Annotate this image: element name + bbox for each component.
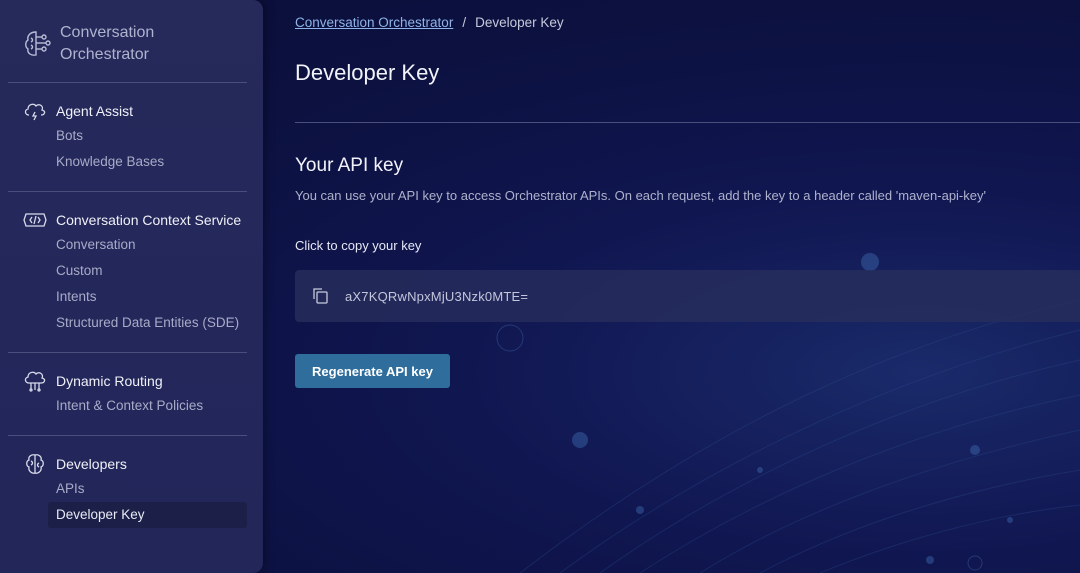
page-title: Developer Key xyxy=(295,60,440,85)
sidebar-item-conversation[interactable]: Conversation xyxy=(48,232,247,258)
title-divider xyxy=(295,122,1080,123)
app-window: Conversation Orchestrator Agent Assist B… xyxy=(0,0,1080,573)
section-title-dynamic-routing: Dynamic Routing xyxy=(56,373,163,389)
breadcrumb-link-conversation-orchestrator[interactable]: Conversation Orchestrator xyxy=(295,15,453,30)
sidebar-divider xyxy=(8,191,247,192)
sidebar-item-bots[interactable]: Bots xyxy=(48,123,247,149)
brand-name: Conversation Orchestrator xyxy=(60,22,154,66)
sidebar-item-intents[interactable]: Intents xyxy=(48,284,247,310)
section-agent-assist: Agent Assist xyxy=(22,98,133,124)
api-key-section-title: Your API key xyxy=(295,155,404,176)
sidebar-divider xyxy=(8,352,247,353)
api-key-value[interactable]: aX7KQRwNpxMjU3Nzk0MTE= xyxy=(345,289,528,304)
sidebar-item-apis[interactable]: APIs xyxy=(48,476,247,502)
section-title-developers: Developers xyxy=(56,456,127,472)
sidebar-item-knowledge-bases[interactable]: Knowledge Bases xyxy=(48,149,247,175)
regenerate-api-key-button[interactable]: Regenerate API key xyxy=(295,354,450,388)
breadcrumb-separator: / xyxy=(462,14,467,30)
cloud-lightning-icon xyxy=(22,99,48,123)
sidebar-divider xyxy=(8,82,247,83)
copy-key-label: Click to copy your key xyxy=(295,238,422,253)
api-key-copy-field[interactable]: aX7KQRwNpxMjU3Nzk0MTE= xyxy=(295,270,1080,322)
brain-circuit-icon xyxy=(22,28,54,60)
breadcrumb-current: Developer Key xyxy=(475,14,564,30)
sidebar-item-custom[interactable]: Custom xyxy=(48,258,247,284)
api-key-description: You can use your API key to access Orche… xyxy=(295,188,986,203)
copy-icon[interactable] xyxy=(311,287,329,305)
brand-name-line1: Conversation xyxy=(60,24,155,41)
code-tag-icon xyxy=(22,208,48,232)
sidebar-item-structured-data-entities[interactable]: Structured Data Entities (SDE) xyxy=(48,310,247,336)
sidebar-divider xyxy=(8,435,247,436)
breadcrumb: Conversation Orchestrator / Developer Ke… xyxy=(295,13,564,31)
section-conversation-context-service: Conversation Context Service xyxy=(22,207,241,233)
cloud-routing-icon xyxy=(22,369,48,393)
sidebar-item-developer-key[interactable]: Developer Key xyxy=(48,502,247,528)
section-title-conversation-context-service: Conversation Context Service xyxy=(56,212,242,228)
section-developers: Developers xyxy=(22,451,127,477)
brain-icon xyxy=(22,452,48,476)
brand[interactable]: Conversation Orchestrator xyxy=(22,22,252,66)
brand-name-line2: Orchestrator xyxy=(60,46,149,63)
section-title-agent-assist: Agent Assist xyxy=(56,103,134,119)
section-dynamic-routing: Dynamic Routing xyxy=(22,368,163,394)
sidebar: Conversation Orchestrator Agent Assist B… xyxy=(0,0,263,573)
sidebar-item-intent-context-policies[interactable]: Intent & Context Policies xyxy=(48,393,247,419)
